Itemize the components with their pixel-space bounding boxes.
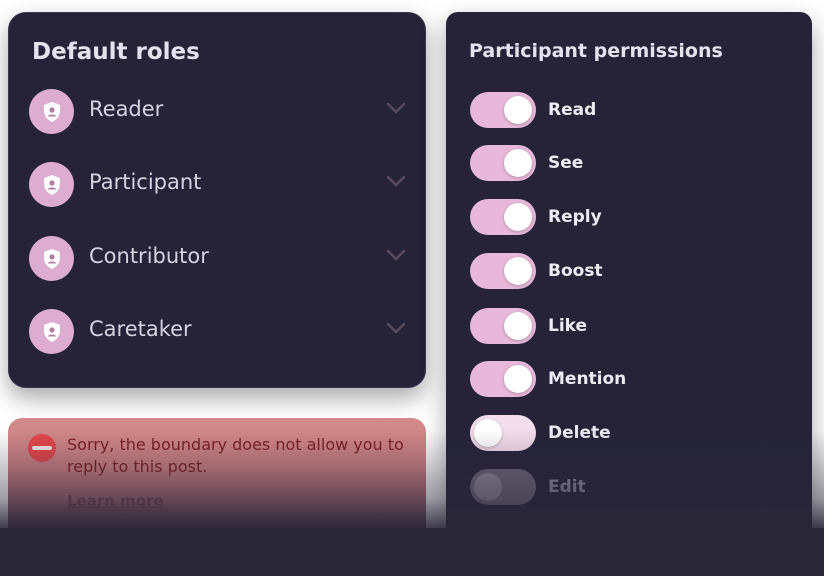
shield-user-icon bbox=[29, 236, 74, 281]
toggle-knob bbox=[504, 96, 532, 124]
toggle-knob bbox=[504, 149, 532, 177]
see-toggle[interactable] bbox=[470, 145, 536, 181]
permission-edit: Edit bbox=[470, 469, 790, 505]
learn-more-link[interactable]: Learn more bbox=[67, 492, 164, 510]
mention-toggle[interactable] bbox=[470, 361, 536, 397]
role-item-reader[interactable]: Reader bbox=[29, 89, 409, 135]
roles-panel-title: Default roles bbox=[32, 39, 200, 65]
role-label: Contributor bbox=[89, 244, 209, 268]
reply-toggle[interactable] bbox=[470, 199, 536, 235]
no-entry-icon bbox=[28, 434, 56, 462]
permission-label: Like bbox=[548, 316, 588, 336]
permission-label: Mention bbox=[548, 369, 627, 389]
permission-see[interactable]: See bbox=[470, 145, 790, 181]
permission-reply[interactable]: Reply bbox=[470, 199, 790, 235]
participant-permissions-panel: Participant permissions Read See Reply B… bbox=[446, 12, 812, 542]
role-label: Participant bbox=[89, 170, 202, 194]
role-label: Reader bbox=[89, 97, 164, 121]
permission-label: Delete bbox=[548, 423, 611, 443]
toggle-knob bbox=[504, 312, 532, 340]
toggle-knob bbox=[504, 203, 532, 231]
shield-user-icon bbox=[29, 162, 74, 207]
toggle-knob bbox=[474, 419, 502, 447]
shield-user-icon bbox=[29, 309, 74, 354]
permission-label: Reply bbox=[548, 207, 602, 227]
delete-toggle[interactable] bbox=[470, 415, 536, 451]
role-item-participant[interactable]: Participant bbox=[29, 162, 409, 208]
permissions-panel-title: Participant permissions bbox=[469, 40, 723, 62]
permission-label: See bbox=[548, 153, 584, 173]
chevron-down-icon[interactable] bbox=[385, 174, 407, 188]
chevron-down-icon[interactable] bbox=[385, 248, 407, 262]
chevron-down-icon[interactable] bbox=[385, 321, 407, 335]
role-label: Caretaker bbox=[89, 317, 192, 341]
permission-label: Edit bbox=[548, 477, 586, 497]
permission-mention[interactable]: Mention bbox=[470, 361, 790, 397]
shield-user-icon bbox=[29, 89, 74, 134]
boost-toggle[interactable] bbox=[470, 253, 536, 289]
permission-read[interactable]: Read bbox=[470, 92, 790, 128]
permission-boost[interactable]: Boost bbox=[470, 253, 790, 289]
like-toggle[interactable] bbox=[470, 308, 536, 344]
bottom-bar bbox=[0, 528, 824, 576]
permission-like[interactable]: Like bbox=[470, 308, 790, 344]
edit-toggle bbox=[470, 469, 536, 505]
boundary-alert: Sorry, the boundary does not allow you t… bbox=[8, 418, 426, 542]
read-toggle[interactable] bbox=[470, 92, 536, 128]
toggle-knob bbox=[504, 257, 532, 285]
permission-delete[interactable]: Delete bbox=[470, 415, 790, 451]
permission-label: Boost bbox=[548, 261, 603, 281]
permission-label: Read bbox=[548, 100, 597, 120]
chevron-down-icon[interactable] bbox=[385, 101, 407, 115]
role-item-contributor[interactable]: Contributor bbox=[29, 236, 409, 282]
alert-message: Sorry, the boundary does not allow you t… bbox=[67, 435, 404, 476]
toggle-knob bbox=[504, 365, 532, 393]
toggle-knob bbox=[474, 473, 502, 501]
default-roles-panel: Default roles Reader Participant Contrib… bbox=[8, 12, 426, 388]
role-item-caretaker[interactable]: Caretaker bbox=[29, 309, 409, 355]
